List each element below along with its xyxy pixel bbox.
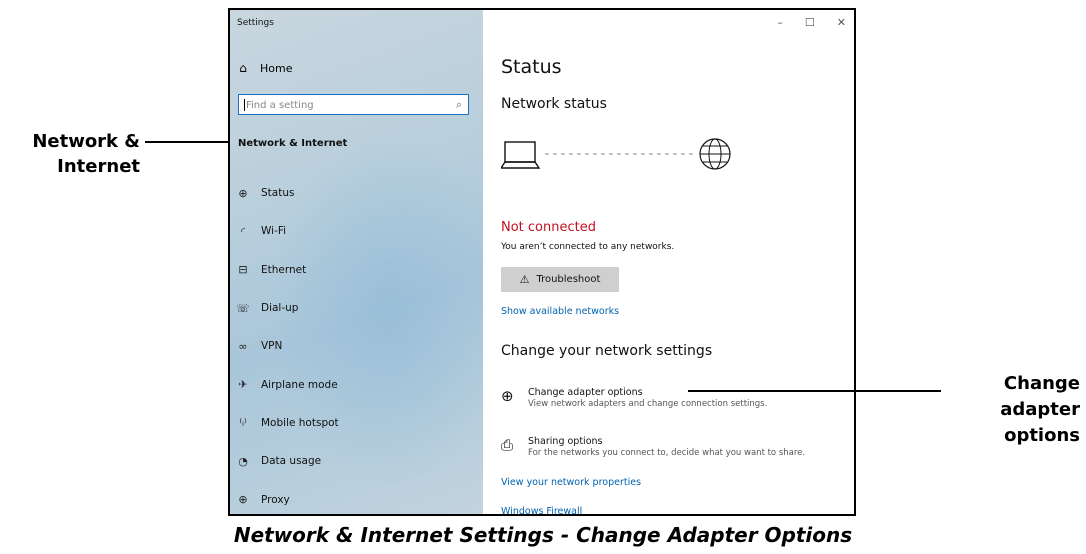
sidebar-item-label: VPN (261, 340, 283, 353)
option-title: Sharing options (528, 436, 603, 447)
sidebar-item-data-usage[interactable]: ◔ Data usage (236, 442, 476, 480)
sidebar-item-ethernet[interactable]: ⊟ Ethernet (236, 251, 476, 289)
sidebar-item-vpn[interactable]: ∞ VPN (236, 327, 476, 365)
dialup-icon: ☏ (236, 301, 250, 315)
option-description: View network adapters and change connect… (528, 399, 768, 409)
adapter-icon: ⊕ (501, 387, 514, 405)
proxy-globe-icon: ⊕ (238, 493, 248, 507)
hotspot-icon: ⁽ᵢ⁾ (239, 416, 247, 430)
sidebar: Settings ⌂ Home Find a setting ⌕ Network… (230, 10, 510, 514)
sidebar-item-mobile-hotspot[interactable]: ⁽ᵢ⁾ Mobile hotspot (236, 404, 476, 442)
internet-globe-icon (699, 138, 731, 170)
close-button[interactable]: ✕ (837, 16, 846, 29)
search-icon[interactable]: ⌕ (456, 98, 462, 112)
connection-status-description: You aren’t connected to any networks. (501, 242, 675, 252)
figure-caption: Network & Internet Settings - Change Ada… (233, 523, 853, 547)
annotation-line-1: Network & (32, 131, 140, 152)
maximize-button[interactable]: ☐ (805, 16, 815, 29)
sidebar-item-label: Status (261, 187, 295, 200)
settings-window: Settings ⌂ Home Find a setting ⌕ Network… (228, 8, 856, 516)
home-label: Home (260, 61, 293, 75)
data-usage-icon: ◔ (238, 454, 248, 468)
warning-icon: ⚠ (519, 273, 530, 286)
troubleshoot-label: Troubleshoot (536, 274, 601, 285)
option-title: Change adapter options (528, 387, 643, 398)
change-settings-heading: Change your network settings (501, 343, 713, 359)
text-caret (244, 98, 245, 111)
annotation-network-internet: Network & Internet (0, 129, 140, 179)
vpn-icon: ∞ (238, 339, 248, 353)
connection-status-text: Not connected (501, 220, 596, 235)
globe-icon: ⊕ (238, 186, 248, 200)
laptop-icon (501, 141, 541, 169)
search-placeholder: Find a setting (246, 99, 314, 111)
sidebar-item-label: Data usage (261, 455, 322, 468)
ethernet-icon: ⊟ (238, 263, 248, 277)
sidebar-item-dialup[interactable]: ☏ Dial-up (236, 289, 476, 327)
annotation-pointer-right (688, 390, 941, 392)
airplane-icon: ✈ (238, 378, 248, 392)
sidebar-home[interactable]: ⌂ Home (236, 61, 292, 75)
network-diagram (501, 138, 731, 170)
sidebar-item-airplane-mode[interactable]: ✈ Airplane mode (236, 365, 476, 403)
sharing-options[interactable]: ⎙ Sharing options For the networks you c… (501, 436, 805, 459)
annotation-pointer-left (145, 141, 237, 143)
sidebar-item-label: Wi-Fi (261, 225, 287, 238)
sidebar-item-proxy[interactable]: ⊕ Proxy (236, 480, 476, 514)
annotation-change-adapter-options: Change adapter options (960, 371, 1080, 449)
home-icon: ⌂ (239, 61, 247, 75)
wifi-icon: ◜ (240, 224, 246, 238)
annotation-line-2: adapter (1000, 399, 1080, 420)
windows-firewall-link[interactable]: Windows Firewall (501, 506, 582, 514)
sidebar-item-status[interactable]: ⊕ Status (236, 174, 476, 212)
annotation-line-1: Change (1003, 373, 1080, 394)
show-available-networks-link[interactable]: Show available networks (501, 306, 619, 317)
page-title: Status (501, 56, 562, 78)
main-content: – ☐ ✕ Status Network status Not connecte… (483, 10, 854, 514)
sidebar-nav: ⊕ Status ◜ Wi-Fi ⊟ Ethernet ☏ Dial-up ∞ … (236, 174, 476, 514)
search-input[interactable]: Find a setting ⌕ (238, 94, 469, 115)
minimize-button[interactable]: – (777, 16, 783, 29)
sidebar-item-label: Dial-up (261, 302, 299, 315)
annotation-line-2: Internet (57, 156, 140, 177)
sidebar-item-label: Mobile hotspot (261, 416, 339, 429)
sidebar-item-label: Proxy (261, 493, 290, 506)
network-status-heading: Network status (501, 96, 607, 112)
sidebar-item-label: Airplane mode (261, 378, 338, 391)
view-network-properties-link[interactable]: View your network properties (501, 477, 641, 488)
sidebar-item-label: Ethernet (261, 263, 307, 276)
sidebar-section-title: Network & Internet (238, 138, 348, 149)
sharing-icon: ⎙ (501, 436, 514, 454)
window-controls: – ☐ ✕ (777, 16, 846, 29)
troubleshoot-button[interactable]: ⚠ Troubleshoot (501, 267, 619, 292)
sidebar-item-wifi[interactable]: ◜ Wi-Fi (236, 212, 476, 250)
window-title: Settings (237, 18, 274, 28)
option-description: For the networks you connect to, decide … (528, 448, 806, 458)
annotation-line-3: options (1004, 425, 1080, 446)
